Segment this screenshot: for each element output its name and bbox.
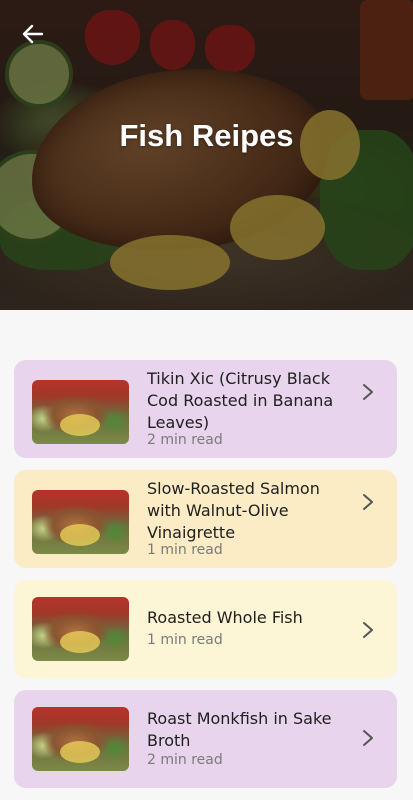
recipe-thumbnail xyxy=(32,597,129,661)
recipe-read-time: 1 min read xyxy=(147,632,223,648)
recipe-title: Roast Monkfish in Sake Broth xyxy=(147,709,332,750)
chevron-right-icon xyxy=(363,384,373,400)
chevron-right-icon xyxy=(363,730,373,746)
recipe-thumbnail xyxy=(32,490,129,554)
recipe-read-time: 2 min read xyxy=(147,752,223,768)
recipe-title: Tikin Xic (Citrusy Black Cod Roasted in … xyxy=(147,369,334,432)
recipe-title: Roasted Whole Fish xyxy=(147,608,303,627)
recipe-card[interactable]: Slow-Roasted Salmon with Walnut-Olive Vi… xyxy=(14,470,397,568)
chevron-right-icon xyxy=(363,494,373,510)
page-title: Fish Reipes xyxy=(119,118,294,153)
back-button[interactable] xyxy=(18,20,48,48)
header-image xyxy=(0,0,413,310)
recipe-list: Tikin Xic (Citrusy Black Cod Roasted in … xyxy=(14,360,397,800)
recipe-read-time: 2 min read xyxy=(147,432,223,448)
arrow-left-icon xyxy=(22,24,44,44)
recipe-thumbnail xyxy=(32,707,129,771)
recipe-title: Slow-Roasted Salmon with Walnut-Olive Vi… xyxy=(147,479,320,542)
recipe-thumbnail xyxy=(32,380,129,444)
recipe-card[interactable]: Roast Monkfish in Sake Broth 2 min read xyxy=(14,690,397,788)
recipe-card[interactable]: Tikin Xic (Citrusy Black Cod Roasted in … xyxy=(14,360,397,458)
recipe-card[interactable]: Roasted Whole Fish 1 min read xyxy=(14,580,397,678)
recipe-read-time: 1 min read xyxy=(147,542,223,558)
chevron-right-icon xyxy=(363,622,373,638)
